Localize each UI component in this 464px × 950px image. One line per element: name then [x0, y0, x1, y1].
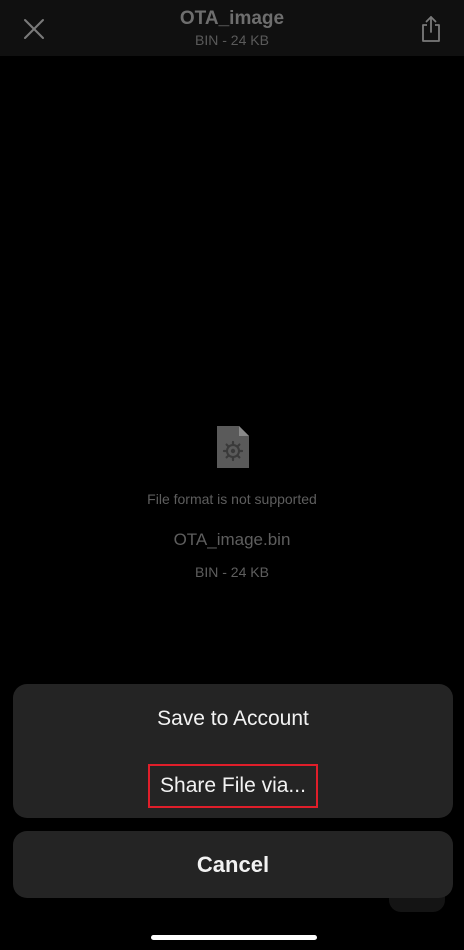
file-preview-screen: OTA_image BIN - 24 KB File format is not… [0, 0, 464, 950]
file-title: OTA_image [179, 8, 285, 29]
action-sheet: Save to Account Share File via... [13, 684, 453, 818]
header-bar: OTA_image BIN - 24 KB [0, 0, 464, 56]
close-button[interactable] [14, 9, 54, 49]
share-file-via-button[interactable]: Share File via... [148, 764, 318, 808]
preview-file-name: OTA_image.bin [173, 530, 291, 549]
cancel-button[interactable]: Cancel [13, 831, 453, 898]
save-to-account-button[interactable]: Save to Account [13, 704, 453, 734]
share-icon [422, 16, 440, 42]
close-icon [24, 19, 44, 39]
share-button[interactable] [411, 9, 451, 49]
unsupported-message: File format is not supported [147, 491, 317, 507]
title-block: OTA_image BIN - 24 KB [100, 6, 364, 48]
file-subtitle: BIN - 24 KB [195, 32, 269, 48]
preview-file-size: BIN - 24 KB [195, 564, 269, 580]
home-indicator [151, 935, 317, 940]
file-gear-icon [217, 426, 249, 468]
